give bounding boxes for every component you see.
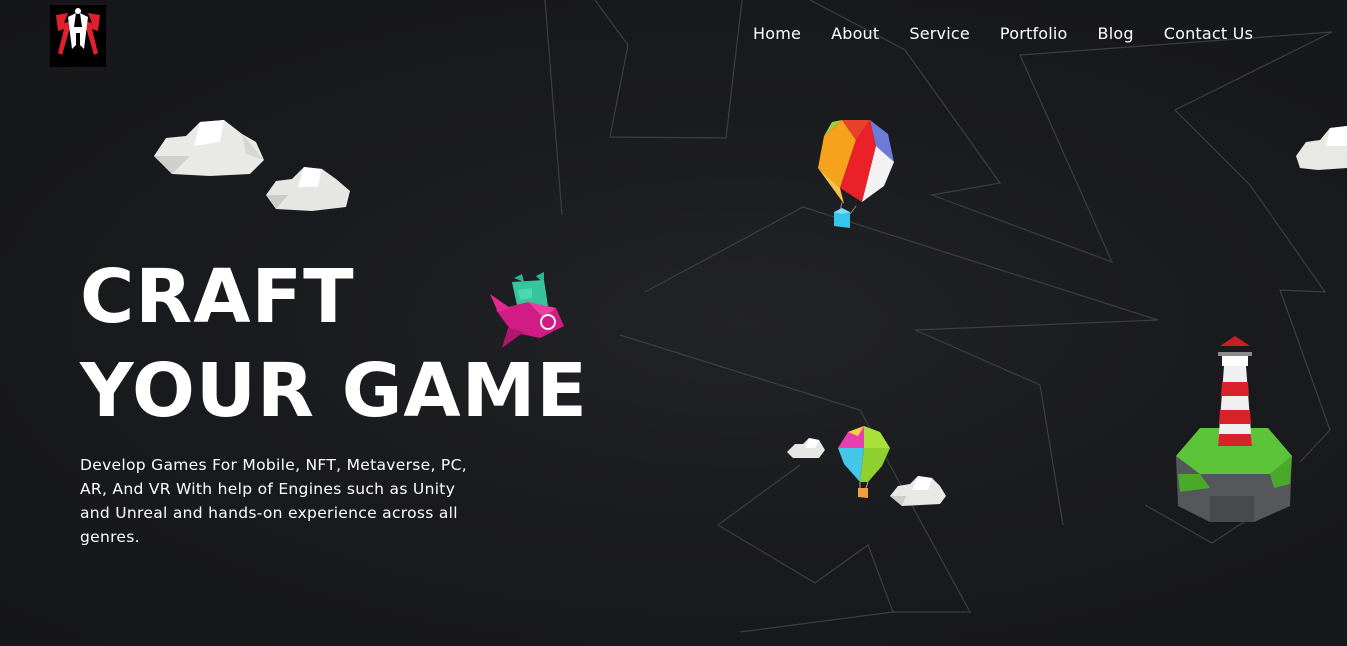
nav-service[interactable]: Service [909, 24, 970, 43]
brand-logo[interactable] [50, 5, 106, 67]
gaming-logo-icon [50, 5, 106, 67]
cat-airplane-icon [490, 272, 564, 348]
cloud-icon [787, 438, 825, 458]
lighthouse-island-icon [1176, 336, 1292, 522]
main-nav: Home About Service Portfolio Blog Contac… [753, 24, 1253, 43]
nav-portfolio[interactable]: Portfolio [1000, 24, 1068, 43]
cloud-icon [154, 120, 264, 176]
cloud-icon [890, 476, 946, 506]
nav-home[interactable]: Home [753, 24, 801, 43]
nav-blog[interactable]: Blog [1098, 24, 1134, 43]
hero-title-line-2: YOUR GAME [80, 348, 588, 434]
hero-description: Develop Games For Mobile, NFT, Metaverse… [80, 456, 467, 546]
cloud-icon [266, 167, 350, 211]
hot-air-balloon-icon [838, 426, 890, 498]
hot-air-balloon-icon [818, 120, 894, 228]
cloud-icon [1296, 126, 1347, 170]
nav-contact-us[interactable]: Contact Us [1164, 24, 1253, 43]
nav-about[interactable]: About [831, 24, 879, 43]
